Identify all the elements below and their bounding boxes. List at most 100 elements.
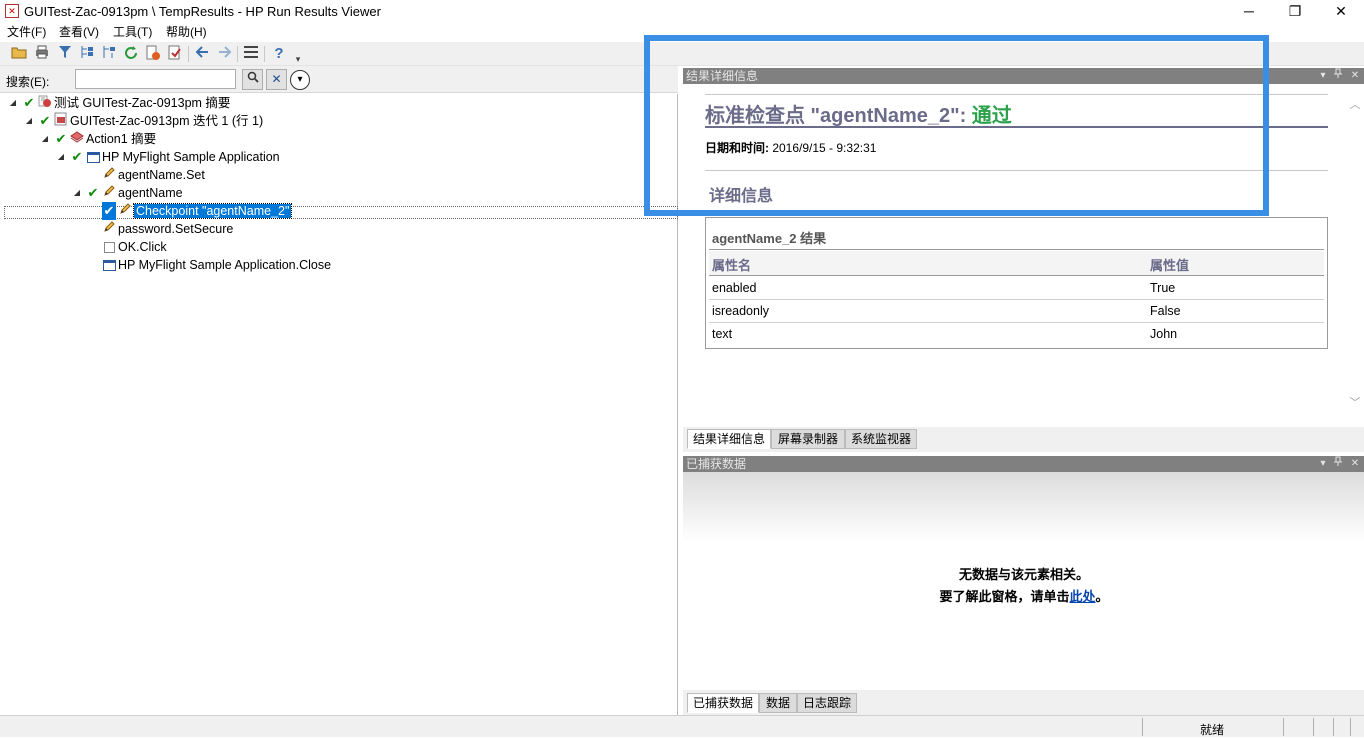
- pass-check-icon: ✔: [23, 95, 35, 110]
- toolbar-separator: [237, 46, 238, 62]
- menu-view[interactable]: 查看(V): [59, 24, 99, 42]
- tab-screen-recorder[interactable]: 屏幕录制器: [771, 429, 845, 449]
- pane-pin-icon[interactable]: [1331, 456, 1345, 472]
- tab-result-details[interactable]: 结果详细信息: [687, 429, 771, 449]
- help-message-text: 要了解此窗格，请单击: [939, 589, 1070, 604]
- pass-check-icon: ✔: [55, 131, 67, 146]
- open-folder-icon[interactable]: [10, 45, 28, 63]
- tree-node-label: GUITest-Zac-0913pm 迭代 1 (行 1): [70, 114, 264, 128]
- app-icon: ✕: [5, 4, 19, 18]
- tree-node-label: Checkpoint "agentName_2": [132, 202, 293, 220]
- add-icon[interactable]: [166, 45, 184, 63]
- tree-node[interactable]: ✔ Checkpoint "agentName_2": [0, 202, 670, 220]
- status-separator: [1283, 718, 1284, 736]
- tree-node-label: HP MyFlight Sample Application: [102, 150, 280, 164]
- tree-node-label: 测试 GUITest-Zac-0913pm 摘要: [54, 96, 231, 110]
- tree-expander-icon[interactable]: ◢: [8, 94, 18, 112]
- status-separator: [1313, 718, 1314, 736]
- pencil-icon: [102, 184, 116, 202]
- tree-expander-icon[interactable]: ◢: [72, 184, 82, 202]
- collapse-all-icon[interactable]: [100, 45, 118, 63]
- forward-arrow-icon[interactable]: [216, 45, 234, 63]
- pass-check-icon: ✔: [39, 113, 51, 128]
- list-icon[interactable]: [242, 45, 260, 63]
- menu-help[interactable]: 帮助(H): [166, 24, 207, 42]
- tree-node[interactable]: ◢ ✔ agentName: [0, 184, 670, 202]
- tree-node-label: Action1 摘要: [86, 132, 157, 146]
- tree-node[interactable]: HP MyFlight Sample Application.Close: [0, 256, 670, 274]
- pencil-icon: [118, 202, 132, 220]
- tree-expander-icon: [72, 220, 82, 238]
- tree-expander-icon[interactable]: ◢: [24, 112, 34, 130]
- tree-expander-icon: [72, 238, 82, 256]
- close-button[interactable]: ✕: [1318, 0, 1364, 24]
- tree-node[interactable]: ◢ ✔ HP MyFlight Sample Application: [0, 148, 670, 166]
- help-link[interactable]: 此处: [1069, 589, 1095, 604]
- tree-node-label: HP MyFlight Sample Application.Close: [118, 258, 332, 272]
- help-icon[interactable]: ?: [270, 45, 288, 63]
- search-options-button[interactable]: ▾: [290, 70, 310, 90]
- scroll-down-arrow-icon[interactable]: ﹀: [1348, 396, 1362, 410]
- tree-node[interactable]: password.SetSecure: [0, 220, 670, 238]
- divider: [709, 299, 1324, 300]
- prop-value-cell: John: [1150, 327, 1178, 341]
- expand-all-icon[interactable]: [78, 45, 96, 63]
- pane-close-icon[interactable]: ✕: [1348, 68, 1362, 84]
- pane-close-icon[interactable]: ✕: [1348, 456, 1362, 472]
- checkbox-icon: [102, 238, 116, 256]
- prop-name-cell: text: [712, 327, 733, 341]
- window-title: GUITest-Zac-0913pm \ TempResults - HP Ru…: [24, 4, 381, 19]
- prop-name-cell: enabled: [712, 281, 757, 295]
- tree-expander-icon[interactable]: ◢: [56, 148, 66, 166]
- search-bar: 搜索(E): ✕ ▾: [0, 66, 678, 93]
- tab-data[interactable]: 数据: [759, 693, 797, 713]
- run-results-tree: ◢ ✔ 测试 GUITest-Zac-0913pm 摘要 ◢ ✔ GUITest-Zac-…: [0, 94, 678, 715]
- tree-node[interactable]: agentName.Set: [0, 166, 670, 184]
- result-table: agentName_2 结果 属性名 属性值 enabled True isre…: [705, 217, 1328, 349]
- search-label: 搜索(E):: [6, 75, 50, 89]
- details-tabs: 结果详细信息 屏幕录制器 系统监视器: [683, 427, 1364, 452]
- divider: [709, 275, 1324, 276]
- clear-search-button[interactable]: ✕: [266, 69, 287, 90]
- status-text: 就绪: [1200, 723, 1225, 737]
- search-input[interactable]: [75, 69, 236, 89]
- search-button[interactable]: [242, 69, 263, 90]
- restore-button[interactable]: ❐: [1272, 0, 1318, 24]
- window-icon: [102, 256, 116, 274]
- divider: [709, 249, 1324, 250]
- selected-node-label: Checkpoint "agentName_2": [132, 203, 293, 219]
- pane-dropdown-icon[interactable]: ▾: [1316, 456, 1330, 472]
- print-icon[interactable]: [33, 45, 51, 63]
- col-property-name: 属性名: [712, 258, 752, 273]
- filter-icon[interactable]: [56, 45, 74, 63]
- tab-log-tracking[interactable]: 日志跟踪: [797, 693, 857, 713]
- minimize-button[interactable]: ─: [1226, 0, 1272, 24]
- test-icon: [38, 94, 52, 112]
- scroll-up-arrow-icon[interactable]: ︿: [1348, 98, 1362, 112]
- no-data-message: 无数据与该元素相关。: [958, 567, 1089, 582]
- window-icon: [86, 148, 100, 166]
- title-bar: ✕ GUITest-Zac-0913pm \ TempResults - HP …: [0, 0, 1364, 24]
- tab-system-monitor[interactable]: 系统监视器: [845, 429, 917, 449]
- menu-file[interactable]: 文件(F): [7, 24, 46, 42]
- tree-node-label: agentName: [118, 186, 183, 200]
- capture-pane-title: 已捕获数据: [686, 457, 747, 471]
- refresh-icon[interactable]: [122, 45, 140, 63]
- pass-check-icon: [86, 256, 100, 274]
- pane-pin-icon[interactable]: [1331, 68, 1345, 84]
- menu-tools[interactable]: 工具(T): [113, 24, 152, 42]
- tree-node[interactable]: ◢ ✔ GUITest-Zac-0913pm 迭代 1 (行 1): [0, 112, 670, 130]
- pane-dropdown-icon[interactable]: ▾: [1316, 68, 1330, 84]
- tab-captured-data[interactable]: 已捕获数据: [687, 693, 759, 713]
- tree-node[interactable]: ◢ ✔ Action1 摘要: [0, 130, 670, 148]
- pass-check-icon: ✔: [102, 202, 116, 220]
- result-table-title: agentName_2 结果: [712, 231, 827, 246]
- divider: [709, 322, 1324, 323]
- tree-node[interactable]: ◢ ✔ 测试 GUITest-Zac-0913pm 摘要: [0, 94, 670, 112]
- pencil-icon: [102, 166, 116, 184]
- tree-node[interactable]: OK.Click: [0, 238, 670, 256]
- tree-expander-icon[interactable]: ◢: [40, 130, 50, 148]
- export-icon[interactable]: [144, 45, 162, 63]
- back-arrow-icon[interactable]: [193, 45, 211, 63]
- iteration-icon: [54, 112, 68, 130]
